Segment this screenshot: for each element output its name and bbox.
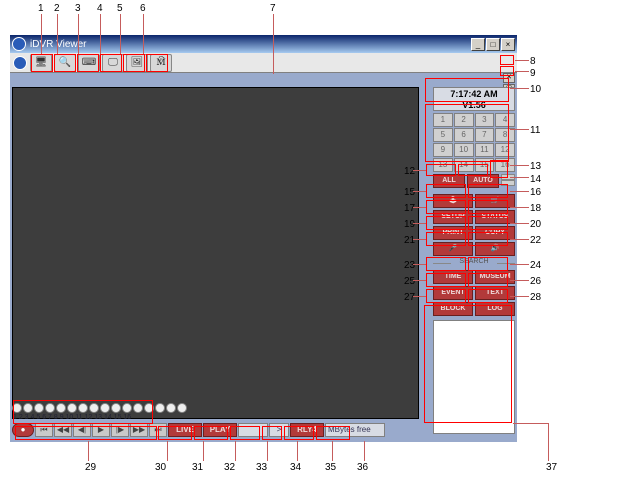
all-button[interactable]: ALL xyxy=(433,174,465,188)
camera-led xyxy=(12,403,22,413)
copy-button[interactable]: COPY xyxy=(475,226,515,240)
camera-button-1[interactable]: 1 xyxy=(433,113,453,127)
spinner-field[interactable]: > xyxy=(269,423,289,437)
camera-led xyxy=(122,403,132,413)
camera-led xyxy=(78,403,88,413)
camera-button-14[interactable]: 14 xyxy=(454,158,474,172)
last-frame-button[interactable]: ⏭ xyxy=(149,423,167,437)
mic-button[interactable]: 🎤 xyxy=(433,242,473,256)
camera-button-15[interactable]: 15 xyxy=(475,158,495,172)
print-button[interactable]: PRINT xyxy=(433,226,473,240)
camera-button-9[interactable]: 9 xyxy=(433,143,453,157)
setup-button[interactable]: SETUP xyxy=(433,210,473,224)
search-text-button[interactable]: TEXT xyxy=(475,286,515,300)
camera-led xyxy=(111,403,121,413)
rewind-button[interactable]: ◀◀ xyxy=(54,423,72,437)
version-label: V1.56 xyxy=(434,100,514,111)
side-panel: 7:17:42 AM V1.56 1 2 3 4 5 6 7 8 9 10 11… xyxy=(433,87,515,434)
play-button[interactable]: ▶ xyxy=(92,423,110,437)
search-event-button[interactable]: EVENT xyxy=(433,286,473,300)
video-viewport[interactable] xyxy=(12,87,419,419)
speaker-button[interactable]: 🔊 xyxy=(475,242,515,256)
camera-led-row xyxy=(12,402,515,414)
camera-led xyxy=(34,403,44,413)
exit-button[interactable]: 🕅 xyxy=(150,54,172,72)
camera-button-16[interactable]: 16 xyxy=(495,158,515,172)
settings-button[interactable]: ⌨ xyxy=(78,54,100,72)
layout-spinner[interactable] xyxy=(501,174,515,188)
camera-led xyxy=(133,403,143,413)
search-button[interactable]: 🔍 xyxy=(54,54,76,72)
camera-led xyxy=(155,403,165,413)
search-time-button[interactable]: TIME xyxy=(433,270,473,284)
first-frame-button[interactable]: ⏮ xyxy=(35,423,53,437)
bytes-free-label: MBytes free xyxy=(325,423,385,437)
camera-led xyxy=(45,403,55,413)
camera-led xyxy=(144,403,154,413)
title-bar: iDVR Viewer _ □ × xyxy=(10,35,517,53)
ptz-panel-button[interactable]: 🕹 xyxy=(433,194,473,208)
camera-led xyxy=(67,403,77,413)
window-title: iDVR Viewer xyxy=(30,39,87,50)
camera-button-12[interactable]: 12 xyxy=(495,143,515,157)
logo-icon xyxy=(13,56,27,70)
step-back-button[interactable]: ◀| xyxy=(73,423,91,437)
live-mode-button[interactable]: LIVE xyxy=(168,423,202,437)
camera-led xyxy=(100,403,110,413)
camera-button-13[interactable]: 13 xyxy=(433,158,453,172)
camera-button-3[interactable]: 3 xyxy=(475,113,495,127)
camera-button-7[interactable]: 7 xyxy=(475,128,495,142)
status-field-1 xyxy=(238,423,268,437)
maximize-button[interactable]: □ xyxy=(486,38,500,51)
camera-led xyxy=(89,403,99,413)
camera-led xyxy=(23,403,33,413)
step-forward-button[interactable]: |▶ xyxy=(111,423,129,437)
app-window: iDVR Viewer _ □ × 🖥 🔍 ⌨ 🖵 🖼 🕅 ✕ ▢ 7:17:4… xyxy=(10,35,517,442)
bottom-bar: 1 2 3 4 5 6 7 8 9 10 11 12 13 14 15 16 ●… xyxy=(12,402,515,440)
auto-button[interactable]: AUTO xyxy=(467,174,499,188)
camera-button-6[interactable]: 6 xyxy=(454,128,474,142)
search-header: SEARCH xyxy=(433,258,515,268)
layout-button[interactable]: 🖵 xyxy=(102,54,124,72)
connect-button[interactable]: 🖥 xyxy=(30,54,52,72)
fast-forward-button[interactable]: ▶▶ xyxy=(130,423,148,437)
status-button[interactable]: STATUS xyxy=(475,210,515,224)
transport-row: ● ⏮ ◀◀ ◀| ▶ |▶ ▶▶ ⏭ LIVE PLAY > RLY4 MBy… xyxy=(12,423,515,437)
clock-panel: 7:17:42 AM V1.56 xyxy=(433,87,515,111)
close-button[interactable]: × xyxy=(501,38,515,51)
camera-button-2[interactable]: 2 xyxy=(454,113,474,127)
minimize-button[interactable]: _ xyxy=(471,38,485,51)
inner-close-button[interactable]: ✕ xyxy=(503,73,515,83)
camera-keypad: 1 2 3 4 5 6 7 8 9 10 11 12 13 14 15 16 xyxy=(433,113,515,172)
record-button[interactable]: ● xyxy=(12,423,34,437)
camera-number-strip: 1 2 3 4 5 6 7 8 9 10 11 12 13 14 15 16 xyxy=(12,414,515,421)
camera-led xyxy=(56,403,66,413)
camera-button-5[interactable]: 5 xyxy=(433,128,453,142)
play-mode-button[interactable]: PLAY xyxy=(203,423,237,437)
search-block-button[interactable]: BLOCK xyxy=(433,302,473,316)
search-log-button[interactable]: LOG xyxy=(475,302,515,316)
camera-led xyxy=(166,403,176,413)
ptz-button[interactable]: 🖼 xyxy=(126,54,148,72)
app-icon xyxy=(12,37,26,51)
camera-button-4[interactable]: 4 xyxy=(495,113,515,127)
main-toolbar: 🖥 🔍 ⌨ 🖵 🖼 🕅 xyxy=(10,53,517,73)
clock-time: 7:17:42 AM xyxy=(434,89,514,100)
relay-button[interactable]: RLY4 xyxy=(290,423,324,437)
camera-button-11[interactable]: 11 xyxy=(475,143,495,157)
search-museum-button[interactable]: MUSEUM xyxy=(475,270,515,284)
cart-button[interactable]: 🛒 xyxy=(475,194,515,208)
client-area: ✕ ▢ 7:17:42 AM V1.56 1 2 3 4 5 6 7 8 9 1… xyxy=(10,73,517,442)
camera-led xyxy=(177,403,187,413)
camera-button-10[interactable]: 10 xyxy=(454,143,474,157)
camera-button-8[interactable]: 8 xyxy=(495,128,515,142)
